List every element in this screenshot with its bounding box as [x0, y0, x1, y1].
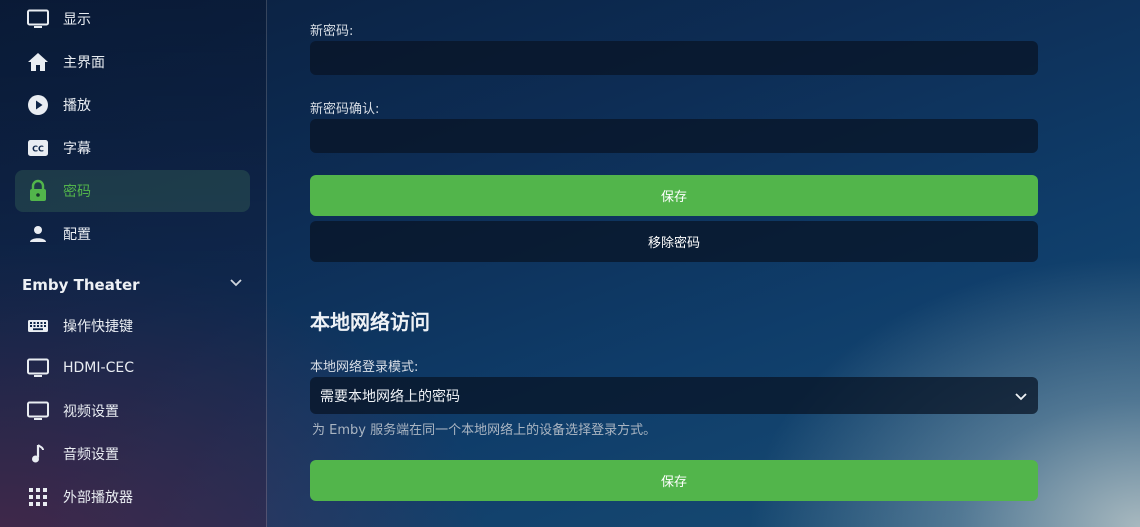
sidebar-item-home[interactable]: 主界面	[15, 41, 250, 83]
lock-icon	[26, 179, 50, 203]
confirm-password-field[interactable]	[310, 119, 1038, 153]
sidebar-item-label: 播放	[63, 98, 91, 114]
sidebar-item-label: 配置	[63, 227, 91, 243]
sidebar-item-video-settings[interactable]: 视频设置	[15, 390, 250, 432]
sidebar-item-label: 显示	[63, 12, 91, 28]
sidebar-item-audio-settings[interactable]: 音频设置	[15, 433, 250, 475]
confirm-password-label: 新密码确认:	[310, 102, 380, 117]
monitor-icon	[26, 399, 50, 423]
sidebar-item-display[interactable]: 显示	[15, 0, 250, 40]
home-icon	[26, 50, 50, 74]
local-login-mode-select[interactable]: 需要本地网络上的密码	[310, 377, 1038, 414]
local-network-heading: 本地网络访问	[310, 310, 430, 334]
section-title-emby-theater: Emby Theater	[22, 276, 140, 294]
sidebar-item-shortcuts[interactable]: 操作快捷键	[15, 305, 250, 347]
new-password-label: 新密码:	[310, 24, 354, 39]
sidebar-item-password[interactable]: 密码	[15, 170, 250, 212]
sidebar-item-label: 操作快捷键	[63, 319, 133, 335]
sidebar-item-label: 主界面	[63, 55, 105, 71]
save-password-button-label: 保存	[660, 190, 687, 205]
keyboard-icon	[26, 314, 50, 338]
svg-text:CC: CC	[32, 145, 44, 154]
save-password-button[interactable]: 保存	[310, 175, 1038, 216]
new-password-field[interactable]	[310, 41, 1038, 75]
remove-password-button[interactable]: 移除密码	[310, 221, 1038, 262]
music-note-icon	[26, 442, 50, 466]
local-login-mode-help: 为 Emby 服务端在同一个本地网络上的设备选择登录方式。	[312, 423, 657, 438]
sidebar-item-playback[interactable]: 播放	[15, 84, 250, 126]
closed-caption-icon: CC	[26, 136, 50, 160]
sidebar-item-subtitles[interactable]: CC 字幕	[15, 127, 250, 169]
sidebar: 显示 主界面 播放 CC 字幕 密码 配置 Emby Theater 操作快捷键…	[0, 0, 267, 527]
sidebar-item-label: 视频设置	[63, 404, 119, 420]
local-login-mode-value: 需要本地网络上的密码	[320, 388, 460, 405]
sidebar-item-profile[interactable]: 配置	[15, 213, 250, 255]
sidebar-item-label: 外部播放器	[63, 490, 133, 506]
grid-icon	[26, 485, 50, 509]
person-icon	[26, 222, 50, 246]
local-login-mode-label: 本地网络登录模式:	[310, 360, 419, 375]
chevron-down-icon	[1013, 388, 1029, 404]
play-circle-icon	[26, 93, 50, 117]
monitor-icon	[26, 7, 50, 31]
main-content: 新密码: 新密码确认: 保存 移除密码 本地网络访问 本地网络登录模式: 需要本…	[267, 0, 1140, 527]
sidebar-item-label: HDMI-CEC	[63, 360, 134, 376]
sidebar-item-label: 密码	[63, 184, 91, 200]
sidebar-item-label: 音频设置	[63, 447, 119, 463]
save-local-network-button[interactable]: 保存	[310, 460, 1038, 501]
monitor-icon	[26, 356, 50, 380]
sidebar-item-hdmi-cec[interactable]: HDMI-CEC	[15, 347, 250, 389]
sidebar-item-external-player[interactable]: 外部播放器	[15, 476, 250, 518]
save-local-network-button-label: 保存	[660, 475, 687, 490]
chevron-down-icon[interactable]	[228, 274, 244, 290]
remove-password-button-label: 移除密码	[647, 236, 700, 251]
sidebar-item-label: 字幕	[63, 141, 91, 157]
